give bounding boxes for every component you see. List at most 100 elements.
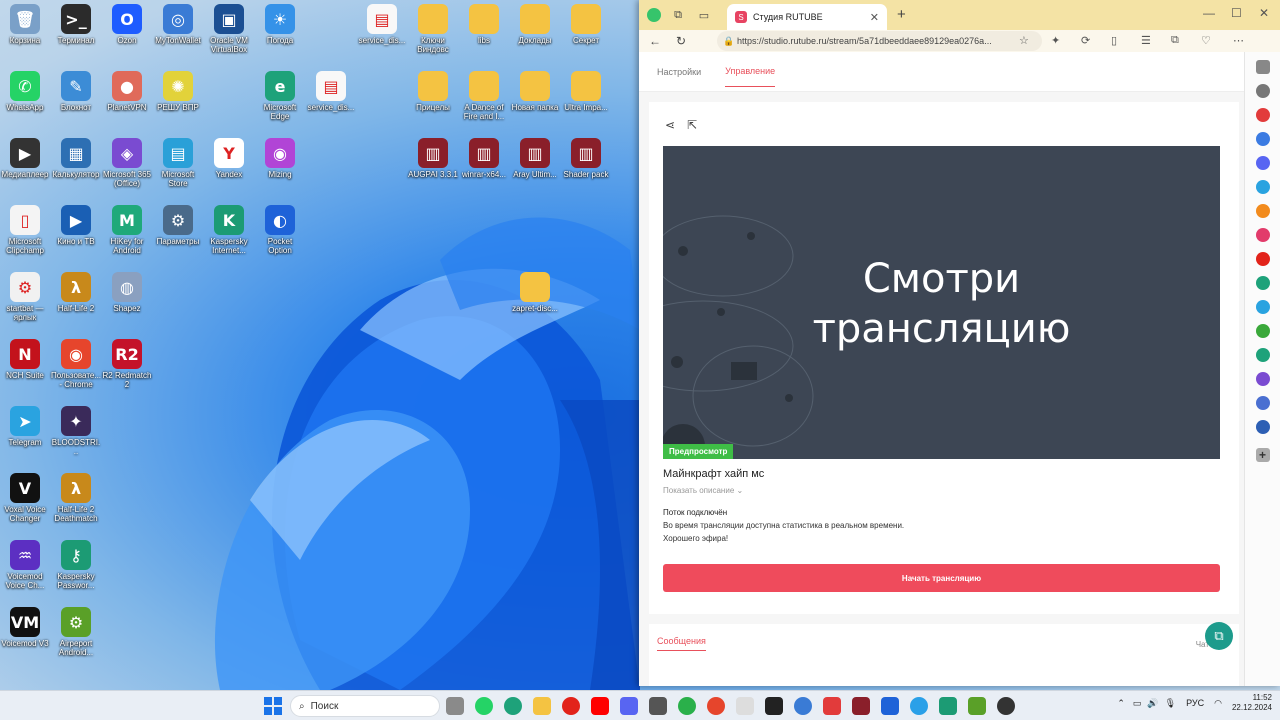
sidebar-telegram-icon[interactable] — [1255, 180, 1270, 194]
desktop-icon[interactable]: ▶ Медиаплеер — [0, 134, 50, 200]
desktop-icon[interactable]: ⚙ Airpeport Android... — [51, 603, 101, 669]
desktop-icon[interactable]: ◍ Shapez — [102, 268, 152, 334]
volume-icon[interactable]: 🔊 — [1147, 698, 1158, 709]
taskbar-search[interactable]: ⌕ Поиск — [290, 695, 440, 717]
refresh-extension-icon[interactable]: ⟳ — [1081, 34, 1090, 47]
desktop-icon[interactable]: ✎ Блокнот — [51, 67, 101, 133]
sidebar-ozon-icon[interactable] — [1255, 228, 1270, 242]
desktop-icon[interactable]: Ultra Impa... — [561, 67, 611, 133]
desktop-icon[interactable]: ✺ РЕШУ ВПР — [153, 67, 203, 133]
split-screen-icon[interactable]: ▯ — [1111, 34, 1117, 47]
chat-button[interactable]: ⧉ — [1205, 622, 1233, 650]
desktop-icon[interactable]: VM Voicemod V3 — [0, 603, 50, 669]
desktop-icon[interactable]: Ключи Виндовс — [408, 0, 458, 66]
desktop-icon[interactable]: ▤ Microsoft Store — [153, 134, 203, 200]
desktop-icon[interactable]: Y Yandex — [204, 134, 254, 200]
wifi-icon[interactable]: ◠ — [1214, 698, 1222, 709]
taskbar-winrar-icon[interactable] — [852, 697, 870, 715]
desktop-icon[interactable]: ✦ BLOODSTRI... — [51, 402, 101, 468]
back-icon[interactable]: ← — [645, 34, 665, 48]
taskbar-green-icon[interactable] — [678, 697, 696, 715]
collections-icon[interactable]: ⧉ — [669, 6, 687, 24]
chevron-up-icon[interactable]: ⌃ — [1117, 698, 1125, 709]
sidebar-circle-icon[interactable] — [1255, 300, 1270, 314]
desktop-icon[interactable]: ◉ Пользовате... - Chrome — [51, 335, 101, 401]
desktop-icon[interactable]: 🗑 Корзина — [0, 0, 50, 66]
sidebar-tools-icon[interactable] — [1255, 108, 1270, 122]
desktop-icon[interactable]: ➤ Telegram — [0, 402, 50, 468]
taskbar-r-icon[interactable] — [765, 697, 783, 715]
stream-preview[interactable]: Смотри трансляцию Предпросмотр — [663, 146, 1220, 459]
close-tab-icon[interactable]: ✕ — [870, 11, 879, 24]
taskbar-file-icon[interactable] — [446, 697, 464, 715]
desktop-icon[interactable]: >_ Терминал — [51, 0, 101, 66]
sidebar-m-icon[interactable] — [1255, 372, 1270, 386]
taskbar-discord-icon[interactable] — [620, 697, 638, 715]
extension-icon[interactable]: ✦ — [1051, 34, 1060, 47]
sidebar-m3-icon[interactable] — [1255, 420, 1270, 434]
sidebar-p-icon[interactable] — [1255, 324, 1270, 338]
desktop-icon[interactable]: ◐ Pocket Option — [255, 201, 305, 267]
desktop-icon[interactable]: ▦ Калькулятор — [51, 134, 101, 200]
desktop-icon[interactable]: Новая папка — [510, 67, 560, 133]
sidebar-m2-icon[interactable] — [1255, 396, 1270, 410]
desktop-icon[interactable]: ▥ Aray Ultim... — [510, 134, 560, 200]
desktop-icon[interactable]: λ Half-Life 2 Deathmatch — [51, 469, 101, 535]
tab-settings[interactable]: Настройки — [657, 57, 701, 87]
tab-management[interactable]: Управление — [725, 56, 776, 87]
network-icon[interactable]: ▭ — [1133, 698, 1142, 709]
minimize-button[interactable]: — — [1203, 6, 1215, 20]
desktop-icon[interactable]: ◈ Microsoft 365 (Office) — [102, 134, 152, 200]
taskbar-blue-icon[interactable] — [910, 697, 928, 715]
desktop-icon[interactable]: ▯ Microsoft Clipchamp — [0, 201, 50, 267]
taskbar-red-icon[interactable] — [823, 697, 841, 715]
tab-actions-icon[interactable]: ▭ — [695, 6, 713, 24]
desktop-icon[interactable]: R2 R2 Redmatch 2 — [102, 335, 152, 401]
favorite-star-icon[interactable]: ☆ — [1019, 34, 1029, 47]
desktop-icon[interactable]: e Microsoft Edge — [255, 67, 305, 133]
taskbar-pocket-icon[interactable] — [881, 697, 899, 715]
tab-messages[interactable]: Сообщения — [657, 636, 706, 651]
desktop-icon[interactable]: zapret-disc... — [510, 268, 560, 334]
sidebar-search-icon[interactable] — [1255, 84, 1270, 98]
desktop-icon[interactable]: ✆ WhatsApp — [0, 67, 50, 133]
vpn-extension-icon[interactable] — [647, 8, 661, 22]
taskbar-edge-icon[interactable] — [504, 697, 522, 715]
desktop-icon[interactable]: ▶ Кино и ТВ — [51, 201, 101, 267]
desktop-icon[interactable]: Доклады — [510, 0, 560, 66]
url-field[interactable]: 🔒 https://studio.rutube.ru/stream/5a71db… — [717, 31, 1042, 51]
taskbar-youtube-icon[interactable] — [591, 697, 609, 715]
browser-tab-rutube[interactable]: S Студия RUTUBE ✕ — [727, 4, 887, 30]
desktop-icon[interactable]: ⚷ Kaspersky Passwor... — [51, 536, 101, 602]
desktop-icon[interactable]: ⚙ startbat — ярлык — [0, 268, 50, 334]
desktop-icon[interactable]: ▤ service_dis... — [306, 67, 356, 133]
collections-toolbar-icon[interactable]: ⧉ — [1171, 34, 1179, 47]
desktop-icon[interactable]: ● PlanetVPN — [102, 67, 152, 133]
taskbar-ton-icon[interactable] — [794, 697, 812, 715]
more-options-icon[interactable]: ⋯ — [1233, 34, 1244, 47]
sidebar-discord-icon[interactable] — [1255, 156, 1270, 170]
desktop-icon[interactable]: ☀ Погода — [255, 0, 305, 66]
favorites-icon[interactable]: ☰ — [1141, 34, 1151, 47]
open-external-icon[interactable]: ⇱ — [687, 118, 697, 132]
desktop-icon[interactable]: ▥ AUGPAI 3.3.1 — [408, 134, 458, 200]
desktop-icon[interactable]: libs — [459, 0, 509, 66]
sidebar-yandex-icon[interactable] — [1255, 252, 1270, 266]
desktop-icon[interactable]: N NCH Suite — [0, 335, 50, 401]
clock[interactable]: 11:52 22.12.2024 — [1232, 693, 1272, 713]
desktop-icon[interactable]: ♒ Voicemod Voice Ch... — [0, 536, 50, 602]
desktop-icon[interactable]: K Kaspersky Internet... — [204, 201, 254, 267]
taskbar-kaspersky-icon[interactable] — [939, 697, 957, 715]
taskbar-chrome-icon[interactable] — [707, 697, 725, 715]
language-indicator[interactable]: РУС — [1186, 698, 1204, 708]
sidebar-c-icon[interactable] — [1255, 276, 1270, 290]
desktop-icon[interactable]: Прицелы — [408, 67, 458, 133]
browser-essentials-icon[interactable]: ♡ — [1201, 34, 1211, 47]
taskbar-explorer-icon[interactable] — [533, 697, 551, 715]
taskbar-box-icon[interactable] — [649, 697, 667, 715]
desktop-icon[interactable]: Секрет — [561, 0, 611, 66]
taskbar-yandex-icon[interactable] — [562, 697, 580, 715]
refresh-icon[interactable]: ↻ — [671, 34, 691, 48]
desktop-icon[interactable]: M HiKey for Android — [102, 201, 152, 267]
start-button[interactable] — [264, 697, 282, 715]
